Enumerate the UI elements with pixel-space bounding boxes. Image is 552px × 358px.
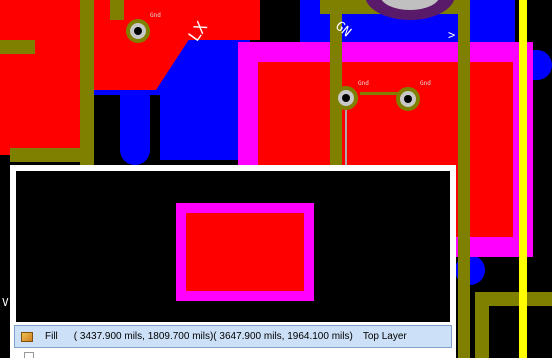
preview-canvas [16, 171, 450, 322]
track [345, 110, 347, 165]
item-coordinates: ( 3437.900 mils, 1809.700 mils)( 3647.90… [73, 331, 353, 342]
pad[interactable] [334, 86, 358, 110]
track [80, 0, 94, 165]
pad-label: Gnd [358, 80, 369, 87]
track [475, 292, 489, 358]
keepout-line [519, 0, 527, 358]
item-layer: Top Layer [362, 331, 407, 342]
item-type: Fill [45, 331, 58, 342]
silk-marker: V [2, 296, 9, 309]
next-item-row[interactable] [14, 350, 452, 358]
fill-icon [21, 331, 33, 342]
track [110, 0, 124, 20]
preview-fill [186, 213, 304, 291]
item-icon [24, 352, 34, 358]
selected-item-row[interactable]: Fill ( 3437.900 mils, 1809.700 mils)( 36… [14, 325, 452, 348]
track [458, 0, 470, 358]
track [0, 40, 35, 54]
pad[interactable] [126, 19, 150, 43]
silk-marker: > [448, 28, 456, 42]
selection-preview-panel: Fill ( 3437.900 mils, 1809.700 mils)( 36… [10, 165, 456, 358]
pad[interactable] [396, 87, 420, 111]
track [10, 148, 94, 162]
top-layer-fill [0, 0, 80, 155]
pad-label: Gnd [420, 80, 431, 87]
pad-label: Gnd [150, 12, 161, 19]
